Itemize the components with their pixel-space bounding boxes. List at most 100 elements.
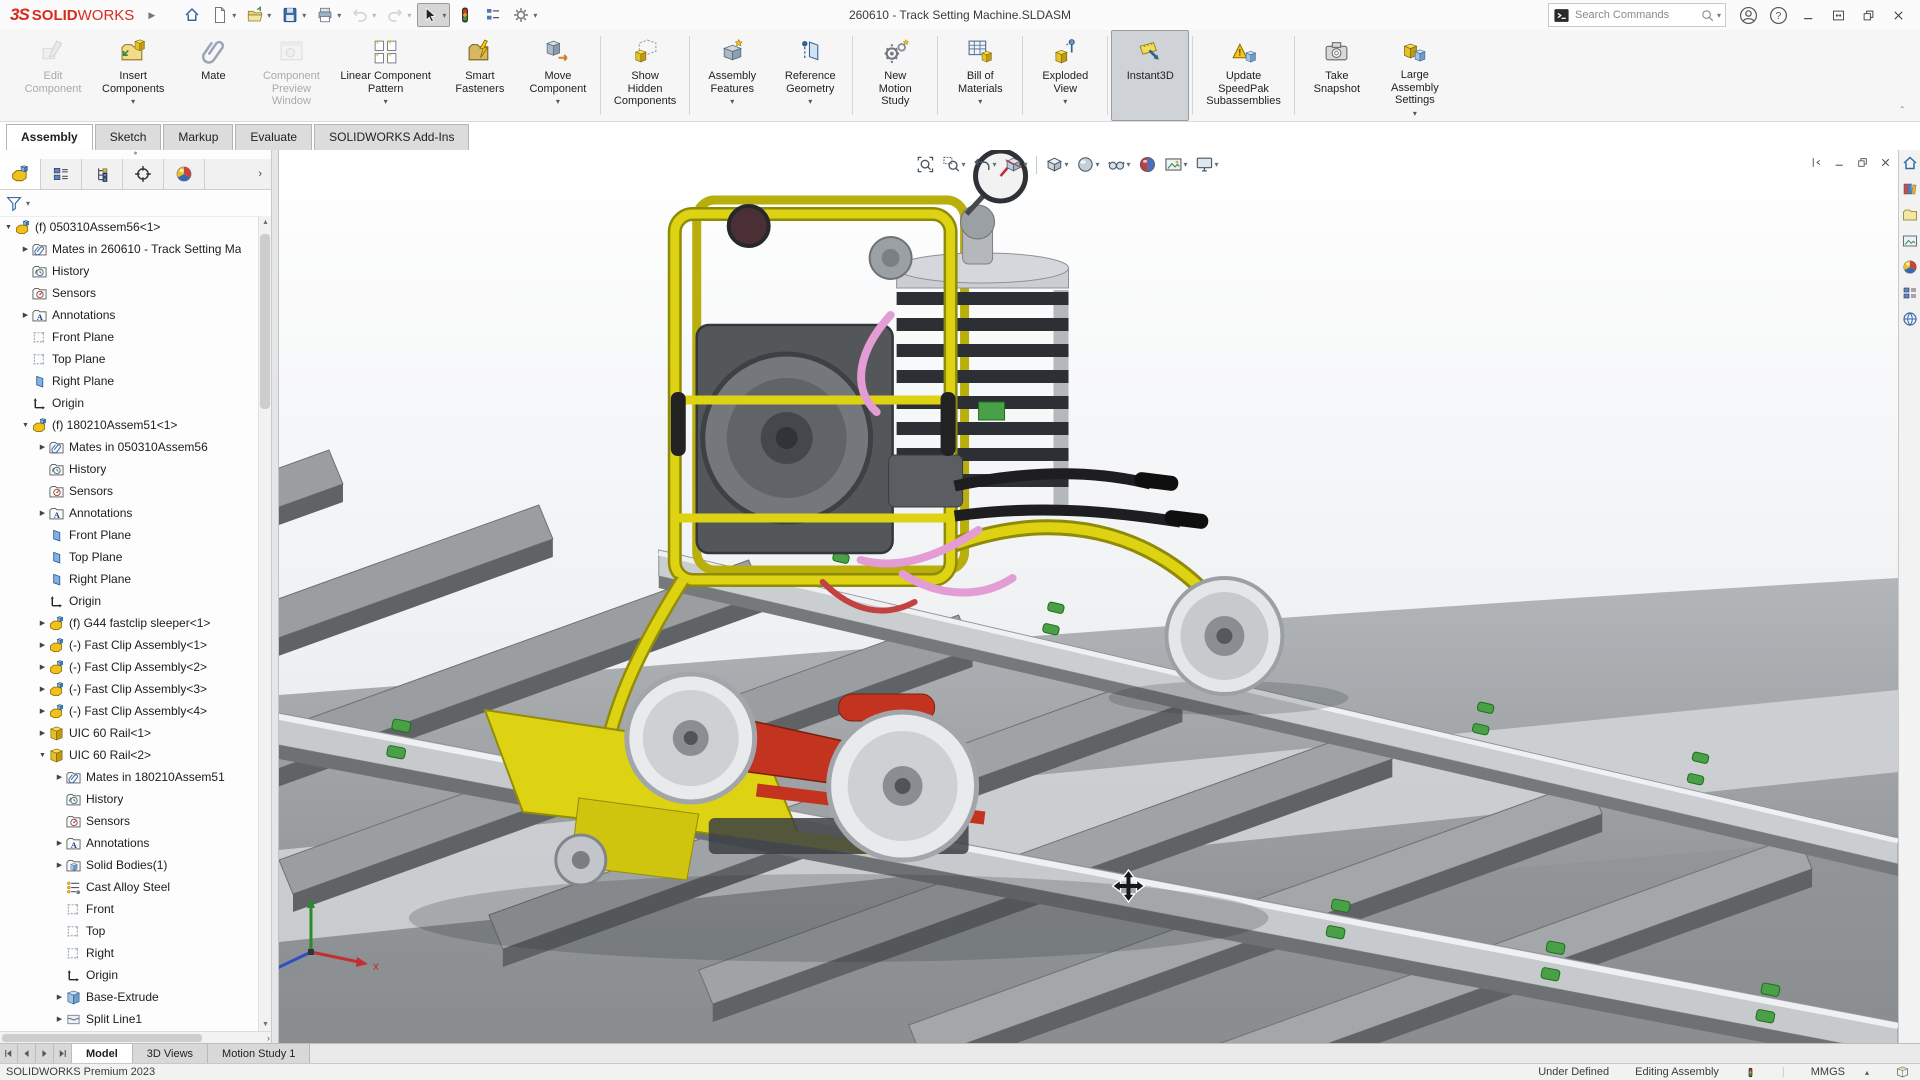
tree-expander-icon[interactable]: ▶ [36,707,49,715]
tree-item[interactable]: Sensors [0,282,258,304]
new-motion-study-button[interactable]: NewMotionStudy [856,30,934,121]
tree-item[interactable]: ▼(f) 180210Assem51<1> [0,414,258,436]
featuremanager-tree-tab[interactable] [0,159,41,189]
select-button[interactable]: ▾ [417,3,450,27]
tree-item[interactable]: Front [0,898,258,920]
tree-item[interactable]: Sensors [0,810,258,832]
instant3d-button[interactable]: Instant3D [1111,30,1189,121]
reference-geometry-button[interactable]: ReferenceGeometry▾ [771,30,849,121]
doc-tab-3d-views[interactable]: 3D Views [133,1044,208,1063]
graphics-viewport[interactable]: x z ▾▾▾▾▾▾▾▾ [278,150,1898,1043]
tree-item[interactable]: Front Plane [0,524,258,546]
tree-item[interactable]: ▶(f) G44 fastclip sleeper<1> [0,612,258,634]
displaymanager-tab[interactable] [164,159,205,189]
tree-expander-icon[interactable]: ▼ [19,422,32,429]
tree-item[interactable]: History [0,788,258,810]
dimxpertmanager-tab[interactable] [123,159,164,189]
tree-expander-icon[interactable]: ▼ [2,224,15,231]
tree-expander-icon[interactable]: ▶ [36,641,49,649]
scroll-down-icon[interactable]: ▼ [259,1018,272,1031]
tree-item[interactable]: History [0,260,258,282]
tree-expander-icon[interactable]: ▶ [19,245,32,253]
search-icon[interactable] [1700,8,1715,23]
print-button[interactable]: ▾ [312,3,345,27]
rebuild-button[interactable] [452,3,478,27]
tree-item[interactable]: Right Plane [0,370,258,392]
tree-expander-icon[interactable]: ▶ [53,1015,66,1023]
tree-item[interactable]: Sensors [0,480,258,502]
show-hidden-components-button[interactable]: ShowHiddenComponents [604,30,686,121]
edit-appearance-button[interactable] [1136,153,1159,176]
tree-item[interactable]: ▶(-) Fast Clip Assembly<2> [0,656,258,678]
tab-assembly[interactable]: Assembly [6,124,93,150]
tab-evaluate[interactable]: Evaluate [235,124,312,150]
configurationmanager-tab[interactable] [82,159,123,189]
home-button[interactable] [179,3,205,27]
tree-item[interactable]: ▶(-) Fast Clip Assembly<1> [0,634,258,656]
tree-item[interactable]: ▶Annotations [0,832,258,854]
tree-item[interactable]: ▶Mates in 050310Assem56 [0,436,258,458]
tree-expander-icon[interactable]: ▶ [36,443,49,451]
tree-expander-icon[interactable]: ▶ [53,773,66,781]
solidworks-forum-tab[interactable] [1902,310,1918,328]
tree-item[interactable]: Origin [0,392,258,414]
minimize-button[interactable] [1796,3,1820,27]
settings-button[interactable]: ▾ [508,3,541,27]
tree-item[interactable]: ▶Solid Bodies(1) [0,854,258,876]
previous-view-button[interactable]: ▾ [970,153,998,176]
tree-item[interactable]: ▶(-) Fast Clip Assembly<4> [0,700,258,722]
search-dropdown-icon[interactable]: ▾ [1717,11,1721,20]
update-speedpak-button[interactable]: UpdateSpeedPakSubassemblies [1196,30,1291,121]
tree-item[interactable]: ▶Annotations [0,502,258,524]
doc-tab-motion-study-1[interactable]: Motion Study 1 [208,1044,310,1063]
tree-item[interactable]: ▶UIC 60 Rail<1> [0,722,258,744]
tab-solidworks-add-ins[interactable]: SOLIDWORKS Add-Ins [314,124,469,150]
tree-item[interactable]: ▶Mates in 180210Assem51 [0,766,258,788]
account-button[interactable] [1736,3,1760,27]
filter-icon[interactable] [6,195,23,212]
search-input[interactable]: Search Commands [1575,9,1700,21]
next-tab-button[interactable] [36,1044,54,1063]
tree-expander-icon[interactable]: ▶ [36,509,49,517]
tree-item[interactable]: Right Plane [0,568,258,590]
tree-item[interactable]: Top [0,920,258,942]
tree-item[interactable]: ▶Mates in 260610 - Track Setting Ma [0,238,258,260]
filter-dropdown-icon[interactable]: ▾ [26,199,30,208]
menu-expand-icon[interactable]: ▶ [148,10,155,21]
scroll-up-icon[interactable]: ▲ [259,216,272,229]
window-layout-button[interactable] [1826,3,1850,27]
tree-item[interactable]: Cast Alloy Steel [0,876,258,898]
tree-expander-icon[interactable]: ▼ [36,752,49,759]
first-tab-button[interactable] [0,1044,18,1063]
tree-expander-icon[interactable]: ▶ [53,861,66,869]
redo-button[interactable]: ▾ [382,3,415,27]
tree-horizontal-scrollbar[interactable]: › [0,1031,271,1043]
custom-properties-tab[interactable] [1902,284,1918,302]
tree-expander-icon[interactable]: ▶ [53,839,66,847]
zoom-to-area-button[interactable]: ▾ [939,153,967,176]
new-document-button[interactable]: ▾ [207,3,240,27]
tree-item[interactable]: ▶Base-Extrude [0,986,258,1008]
units-selector[interactable]: MMGS▴ [1811,1066,1869,1078]
open-button[interactable]: ▾ [242,3,275,27]
viewport-restore-button[interactable] [1856,154,1869,172]
tree-item[interactable]: ▶(-) Fast Clip Assembly<3> [0,678,258,700]
move-component-button[interactable]: MoveComponent▾ [519,30,597,121]
tab-markup[interactable]: Markup [163,124,233,150]
previous-pane-button[interactable] [1810,154,1823,172]
tree-item[interactable]: Origin [0,964,258,986]
viewport-close-button[interactable] [1879,154,1892,172]
insert-components-button[interactable]: InsertComponents▾ [92,30,174,121]
solidworks-resources-tab[interactable] [1902,154,1918,172]
search-commands-box[interactable]: Search Commands ▾ [1548,3,1726,27]
previous-tab-button[interactable] [18,1044,36,1063]
help-button[interactable] [1766,3,1790,27]
viewport-minimize-button[interactable] [1833,154,1846,172]
appearances-scenes-tab[interactable] [1902,258,1918,276]
tree-item[interactable]: Origin [0,590,258,612]
tree-expander-icon[interactable]: ▶ [19,311,32,319]
tree-item[interactable]: Front Plane [0,326,258,348]
linear-component-pattern-button[interactable]: Linear ComponentPattern▾ [330,30,441,121]
tree-item[interactable]: Right [0,942,258,964]
ribbon-collapse-icon[interactable]: ˆ [1897,102,1908,121]
